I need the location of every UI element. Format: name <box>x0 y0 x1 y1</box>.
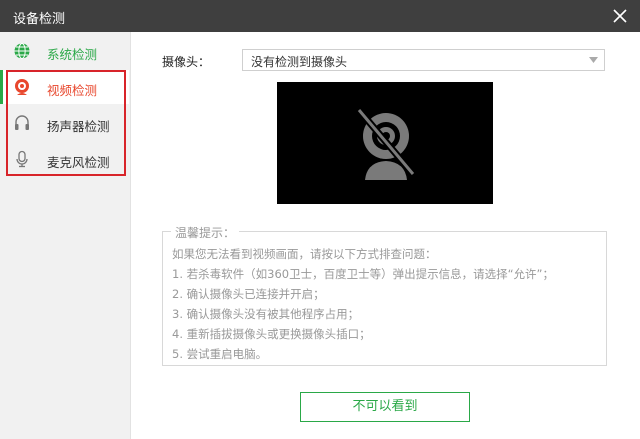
sidebar-item-label: 麦克风检测 <box>47 155 110 170</box>
tips-title: 温馨提示： <box>171 224 240 241</box>
headphones-icon <box>15 115 29 130</box>
sidebar-item-label: 视频检测 <box>47 83 98 98</box>
tip-line: 5. 尝试重启电脑。 <box>172 347 268 361</box>
active-indicator <box>0 70 3 104</box>
camera-select[interactable]: 没有检测到摄像头 <box>242 49 605 71</box>
tips-list: 如果您无法看到视频画面，请按以下方式排查问题： 1. 若杀毒软件（如360卫士，… <box>172 244 554 364</box>
close-icon[interactable] <box>612 8 628 24</box>
window-title: 设备检测 <box>13 12 66 27</box>
camera-label: 摄像头： <box>162 55 211 69</box>
camera-select-value: 没有检测到摄像头 <box>251 55 348 69</box>
sidebar-item-label: 扬声器检测 <box>47 119 110 134</box>
sidebar-item-speaker-check[interactable]: 扬声器检测 <box>0 106 129 140</box>
sidebar-item-system-check[interactable]: 系统检测 <box>0 34 129 68</box>
tip-line: 2. 确认摄像头已连接并开启； <box>172 287 325 301</box>
microphone-icon <box>16 150 28 168</box>
sidebar-item-microphone-check[interactable]: 麦克风检测 <box>0 142 129 176</box>
sidebar-item-video-check[interactable]: 视频检测 <box>0 70 129 104</box>
tip-line: 1. 若杀毒软件（如360卫士，百度卫士等）弹出提示信息，请选择“允许”； <box>172 267 554 281</box>
title-bar: 设备检测 <box>0 0 640 32</box>
tip-line: 3. 确认摄像头没有被其他程序占用； <box>172 307 360 321</box>
webcam-icon <box>15 79 29 95</box>
globe-icon <box>14 43 30 59</box>
webcam-disabled-icon <box>356 107 416 180</box>
cannot-see-button[interactable]: 不可以看到 <box>300 392 470 422</box>
chevron-down-icon <box>589 57 598 63</box>
sidebar: 系统检测 视频检测 扬声器检测 麦克风检测 <box>0 32 131 439</box>
camera-preview <box>277 82 493 204</box>
tip-line: 如果您无法看到视频画面，请按以下方式排查问题： <box>172 247 437 261</box>
tip-line: 4. 重新插拔摄像头或更换摄像头插口； <box>172 327 371 341</box>
sidebar-item-label: 系统检测 <box>47 47 98 62</box>
tips-box: 温馨提示： 如果您无法看到视频画面，请按以下方式排查问题： 1. 若杀毒软件（如… <box>162 224 607 366</box>
